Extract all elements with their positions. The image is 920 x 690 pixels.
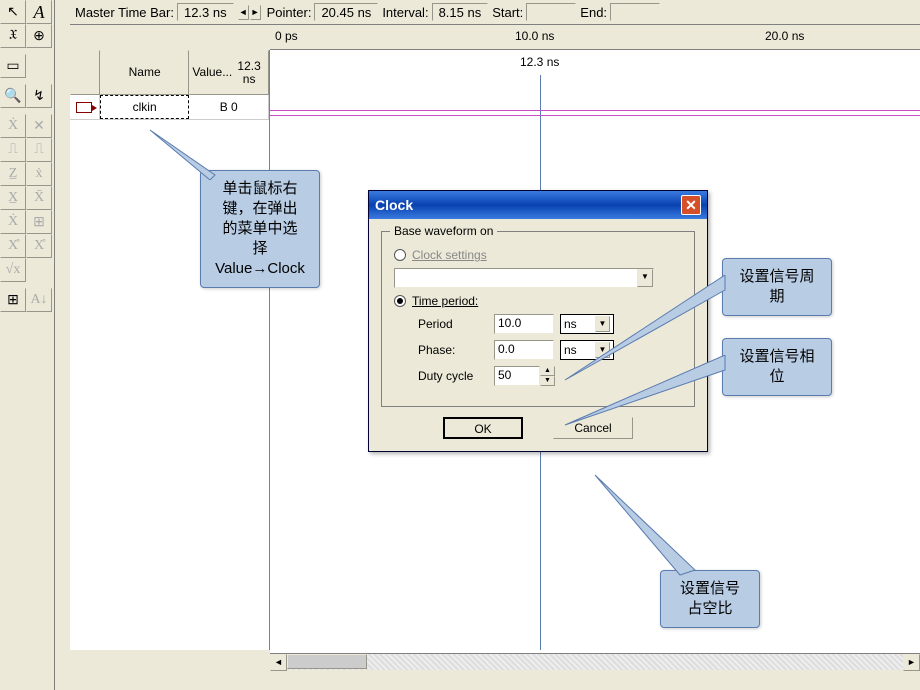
zoom-plus-tool[interactable]: ⊕ <box>26 24 52 48</box>
top-info-bar: Master Time Bar: 12.3 ns ◄ ► Pointer: 20… <box>70 0 920 25</box>
dropdown-icon: ▼ <box>637 269 653 287</box>
chevron-down-icon: ▼ <box>595 342 610 358</box>
spin-up-button[interactable]: ▲ <box>540 366 555 376</box>
spin-down-button[interactable]: ▼ <box>540 376 555 386</box>
phase-unit-select[interactable]: ns▼ <box>560 340 614 360</box>
pointer-value: 20.45 ns <box>314 3 378 21</box>
signal-row[interactable]: clkin B 0 <box>70 95 269 120</box>
ok-button[interactable]: OK <box>443 417 523 439</box>
base-waveform-group: Base waveform on Clock settings ▼ Time p… <box>381 231 695 407</box>
scroll-thumb[interactable] <box>287 654 367 669</box>
clock-dialog: Clock ✕ Base waveform on Clock settings … <box>368 190 708 452</box>
time-ruler[interactable]: 0 ps 10.0 ns 20.0 ns <box>270 25 920 50</box>
tool-xu[interactable]: Ẋ <box>0 114 26 138</box>
scroll-track[interactable] <box>287 654 903 670</box>
signal-list: Name Value...12.3 ns clkin B 0 <box>70 50 270 650</box>
arrow-left-button[interactable]: ◄ <box>238 5 249 20</box>
signal-hdr-name[interactable]: Name <box>100 50 190 95</box>
clock-settings-radio: Clock settings <box>394 248 682 262</box>
text-tool[interactable]: A <box>26 0 52 24</box>
radio-icon <box>394 249 406 261</box>
pointer-tool[interactable]: ↖ <box>0 0 26 24</box>
waveform-signal-line-2 <box>270 115 920 116</box>
group-title: Base waveform on <box>390 224 497 238</box>
tool-xh[interactable]: X̄ <box>26 186 52 210</box>
signal-list-header: Name Value...12.3 ns <box>70 50 269 95</box>
close-button[interactable]: ✕ <box>681 195 701 215</box>
signal-hdr-value[interactable]: Value...12.3 ns <box>189 50 269 95</box>
start-value[interactable] <box>526 3 576 21</box>
chevron-down-icon: ▼ <box>595 316 610 332</box>
tool-xw[interactable]: ẋ <box>26 162 52 186</box>
end-value[interactable] <box>610 3 660 21</box>
interval-label: Interval: <box>382 5 428 20</box>
tool-xr[interactable]: Ẋ <box>0 210 26 234</box>
wave-edit-tool[interactable]: ↯ <box>26 84 52 108</box>
arrow-right-button[interactable]: ► <box>250 5 261 20</box>
radio-icon <box>394 295 406 307</box>
end-label: End: <box>580 5 607 20</box>
duty-cycle-input[interactable]: 50 <box>494 366 540 386</box>
horizontal-scrollbar[interactable]: ◄ ► <box>270 653 920 670</box>
waveform-signal-line <box>270 110 920 111</box>
clock-settings-select: ▼ <box>394 268 654 288</box>
cursor-time-label: 12.3 ns <box>520 55 559 69</box>
tool-us[interactable]: ⎍ <box>0 138 26 162</box>
tool-vx[interactable]: √x <box>0 258 26 282</box>
cancel-button[interactable]: Cancel <box>553 417 633 439</box>
period-input[interactable]: 10.0 <box>494 314 554 334</box>
dialog-titlebar[interactable]: Clock ✕ <box>369 191 707 219</box>
callout-phase: 设置信号相位 <box>722 338 832 396</box>
tool-ua[interactable]: ⎍ <box>26 138 52 162</box>
signal-name[interactable]: clkin <box>100 95 190 119</box>
signal-pin-icon <box>70 95 100 119</box>
left-toolbox: ↖A 𝔛⊕ ▭ 🔍↯ Ẋ✕ ⎍⎍ Z̲ẋ X̲X̄ Ẋ⊞ X̊X̊ √x ⊞A↓ <box>0 0 55 690</box>
master-time-label: Master Time Bar: <box>75 5 174 20</box>
tool-qr[interactable]: ⊞ <box>0 288 26 312</box>
period-unit-select[interactable]: ns▼ <box>560 314 614 334</box>
ruler-tick-2: 20.0 ns <box>765 29 804 43</box>
dialog-title-text: Clock <box>375 197 413 213</box>
tool-xc[interactable]: X̊ <box>0 234 26 258</box>
duty-cycle-label: Duty cycle <box>418 369 488 383</box>
callout-duty: 设置信号 占空比 <box>660 570 760 628</box>
callout-right-click: 单击鼠标右 键，在弹出 的菜单中选 择 Value→Clock <box>200 170 320 288</box>
ruler-tick-1: 10.0 ns <box>515 29 554 43</box>
duty-cycle-spinner[interactable]: 50 ▲ ▼ <box>494 366 555 386</box>
start-label: Start: <box>492 5 523 20</box>
phase-label: Phase: <box>418 343 488 357</box>
tool-xs[interactable]: ✕ <box>26 114 52 138</box>
tool-az[interactable]: A↓ <box>26 288 52 312</box>
interval-value: 8.15 ns <box>432 3 489 21</box>
signal-value: B 0 <box>189 95 269 119</box>
tool-z[interactable]: Z̲ <box>0 162 26 186</box>
tool-xo[interactable]: X̊ <box>26 234 52 258</box>
master-time-value[interactable]: 12.3 ns <box>177 3 234 21</box>
callout-period: 设置信号周期 <box>722 258 832 316</box>
scroll-right-button[interactable]: ► <box>903 654 920 671</box>
phase-input[interactable]: 0.0 <box>494 340 554 360</box>
ruler-tick-0: 0 ps <box>275 29 298 43</box>
tool-xl[interactable]: X̲ <box>0 186 26 210</box>
rect-tool[interactable]: ▭ <box>0 54 26 78</box>
tool-xx[interactable]: ⊞ <box>26 210 52 234</box>
master-time-arrows: ◄ ► <box>238 5 261 20</box>
time-period-radio[interactable]: Time period: <box>394 294 682 308</box>
zoom-x-tool[interactable]: 𝔛 <box>0 24 26 48</box>
binoc-tool[interactable]: 🔍 <box>0 84 26 108</box>
signal-hdr-icon <box>70 50 100 95</box>
pointer-label: Pointer: <box>267 5 312 20</box>
scroll-left-button[interactable]: ◄ <box>270 654 287 671</box>
period-label: Period <box>418 317 488 331</box>
